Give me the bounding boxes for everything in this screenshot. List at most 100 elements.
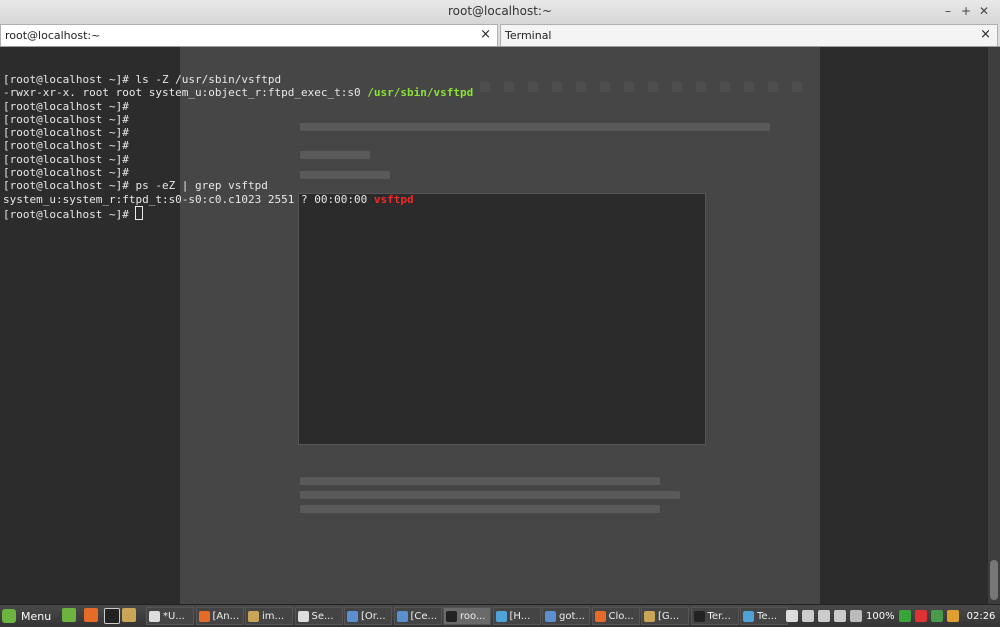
tab-root-localhost[interactable]: root@localhost:~ × xyxy=(0,24,498,46)
terminal-text: -rwxr-xr-x. root root system_u:object_r:… xyxy=(3,86,368,100)
terminal-cursor xyxy=(135,205,144,220)
taskbar-task[interactable]: *U... xyxy=(146,607,194,625)
task-label: [Or... xyxy=(361,610,386,622)
background-text-line xyxy=(300,491,680,499)
tab-label: Terminal xyxy=(505,29,552,42)
tab-terminal[interactable]: Terminal × xyxy=(500,24,998,46)
terminal-text: [root@localhost ~]# xyxy=(3,139,129,153)
background-toolbar xyxy=(480,77,900,92)
menu-button[interactable]: Menu xyxy=(2,607,51,625)
terminal-text: [root@localhost ~]# xyxy=(3,126,129,140)
folder-icon xyxy=(248,610,259,622)
taskbar-task[interactable]: im... xyxy=(245,607,293,625)
system-tray: 100% 02:26 xyxy=(786,608,1000,624)
document-icon xyxy=(297,610,309,622)
terminal-lines: [root@localhost ~]# ls -Z /usr/sbin/vsft… xyxy=(3,73,473,221)
image-icon xyxy=(396,610,408,622)
files-launcher-icon[interactable] xyxy=(122,608,136,622)
taskbar-task[interactable]: [H... xyxy=(492,607,541,625)
task-label: Te... xyxy=(757,610,778,622)
terminal-text: [root@localhost ~]# ps -eZ | grep vsftpd xyxy=(3,179,268,193)
battery-percentage: 100% xyxy=(866,610,895,622)
terminal-text: [root@localhost ~]# xyxy=(3,99,129,113)
terminal-line: [root@localhost ~]# xyxy=(3,139,473,152)
folder-icon xyxy=(644,610,655,622)
taskbar-task[interactable]: got... xyxy=(542,607,590,625)
terminal-line: -rwxr-xr-x. root root system_u:object_r:… xyxy=(3,86,473,99)
updates-icon[interactable] xyxy=(898,610,911,622)
terminal-launcher-icon[interactable] xyxy=(104,608,120,624)
task-label: *U... xyxy=(163,610,185,622)
terminal-line: [root@localhost ~]# ps -eZ | grep vsftpd xyxy=(3,179,473,192)
terminal-text: system_u:system_r:ftpd_t:s0-s0:c0.c1023 … xyxy=(3,192,374,206)
taskbar-task[interactable]: Ter... xyxy=(690,607,739,625)
image-icon xyxy=(545,610,556,622)
menu-label: Menu xyxy=(21,609,52,623)
terminal-line: system_u:system_r:ftpd_t:s0-s0:c0.c1023 … xyxy=(3,193,473,206)
maximize-icon[interactable]: + xyxy=(958,3,974,19)
terminal-line: [root@localhost ~]# xyxy=(3,205,473,221)
document-icon xyxy=(149,610,160,622)
terminal-line: [root@localhost ~]# xyxy=(3,166,473,179)
user-icon[interactable] xyxy=(786,610,798,622)
terminal-text: [root@localhost ~]# xyxy=(3,207,136,221)
background-text-line xyxy=(300,505,660,513)
taskbar-task[interactable]: [G... xyxy=(641,607,689,625)
terminal-icon xyxy=(446,610,457,622)
tab-close-icon[interactable]: × xyxy=(480,27,491,42)
web-icon xyxy=(495,610,507,622)
task-label: [H... xyxy=(509,610,531,622)
security-icon[interactable] xyxy=(930,610,943,622)
terminal-icon xyxy=(693,610,705,622)
terminal-text: [root@localhost ~]# xyxy=(3,112,129,126)
terminal-line: [root@localhost ~]# xyxy=(3,153,473,166)
terminal-text: /usr/sbin/vsftpd xyxy=(367,86,474,100)
task-label: [G... xyxy=(658,610,680,622)
bluetooth-icon[interactable] xyxy=(802,610,814,622)
firefox-launcher-icon[interactable] xyxy=(84,608,98,622)
mint-logo-icon xyxy=(2,609,16,623)
terminal-line: [root@localhost ~]# xyxy=(3,100,473,113)
network-icon[interactable] xyxy=(818,610,830,622)
taskbar-task[interactable]: Te... xyxy=(740,607,788,625)
minimize-icon[interactable]: – xyxy=(940,3,956,19)
close-icon[interactable]: ✕ xyxy=(976,3,992,19)
tab-label: root@localhost:~ xyxy=(5,29,101,42)
terminal-text: [root@localhost ~]# xyxy=(3,166,129,180)
clock[interactable]: 02:26 xyxy=(967,611,996,622)
task-label: Clo... xyxy=(608,610,634,622)
alert-icon[interactable] xyxy=(946,610,959,622)
battery-icon[interactable] xyxy=(850,610,862,622)
window-titlebar: root@localhost:~ – + ✕ xyxy=(0,0,1000,25)
taskbar-task[interactable]: roo... xyxy=(443,607,491,625)
taskbar-task[interactable]: [Ce... xyxy=(393,607,442,625)
terminal-text: vsftpd xyxy=(373,192,414,206)
terminal-scrollbar[interactable] xyxy=(988,47,1000,604)
taskbar: Menu *U... [An... im... Se... [Or... [Ce... ro… xyxy=(0,604,1000,627)
taskbar-task[interactable]: Clo... xyxy=(591,607,640,625)
task-label: [An... xyxy=(212,610,240,622)
terminal-line: [root@localhost ~]# xyxy=(3,113,473,126)
web-icon xyxy=(743,610,754,622)
terminal-line: [root@localhost ~]# xyxy=(3,126,473,139)
terminal-line: [root@localhost ~]# ls -Z /usr/sbin/vsft… xyxy=(3,73,473,86)
terminal-text: [root@localhost ~]# xyxy=(3,152,129,166)
task-label: Ter... xyxy=(707,610,731,622)
show-desktop-icon[interactable] xyxy=(62,608,76,622)
tab-close-icon[interactable]: × xyxy=(980,27,991,42)
terminal-output-area[interactable]: [root@localhost ~]# ls -Z /usr/sbin/vsft… xyxy=(0,47,988,604)
terminal-text: [root@localhost ~]# ls -Z /usr/sbin/vsft… xyxy=(3,73,282,86)
window-title: root@localhost:~ xyxy=(447,4,553,18)
taskbar-task[interactable]: Se... xyxy=(294,607,343,625)
volume-icon[interactable] xyxy=(834,610,846,622)
scrollbar-thumb[interactable] xyxy=(990,560,998,600)
tab-bar: root@localhost:~ × Terminal × xyxy=(0,24,1000,47)
notification-icon[interactable] xyxy=(914,610,927,622)
task-label: roo... xyxy=(460,610,486,622)
task-label: [Ce... xyxy=(410,610,438,622)
taskbar-task[interactable]: [An... xyxy=(195,607,244,625)
task-label: im... xyxy=(262,610,285,622)
firefox-icon xyxy=(198,610,210,622)
taskbar-task[interactable]: [Or... xyxy=(344,607,392,625)
task-label: got... xyxy=(559,610,585,622)
